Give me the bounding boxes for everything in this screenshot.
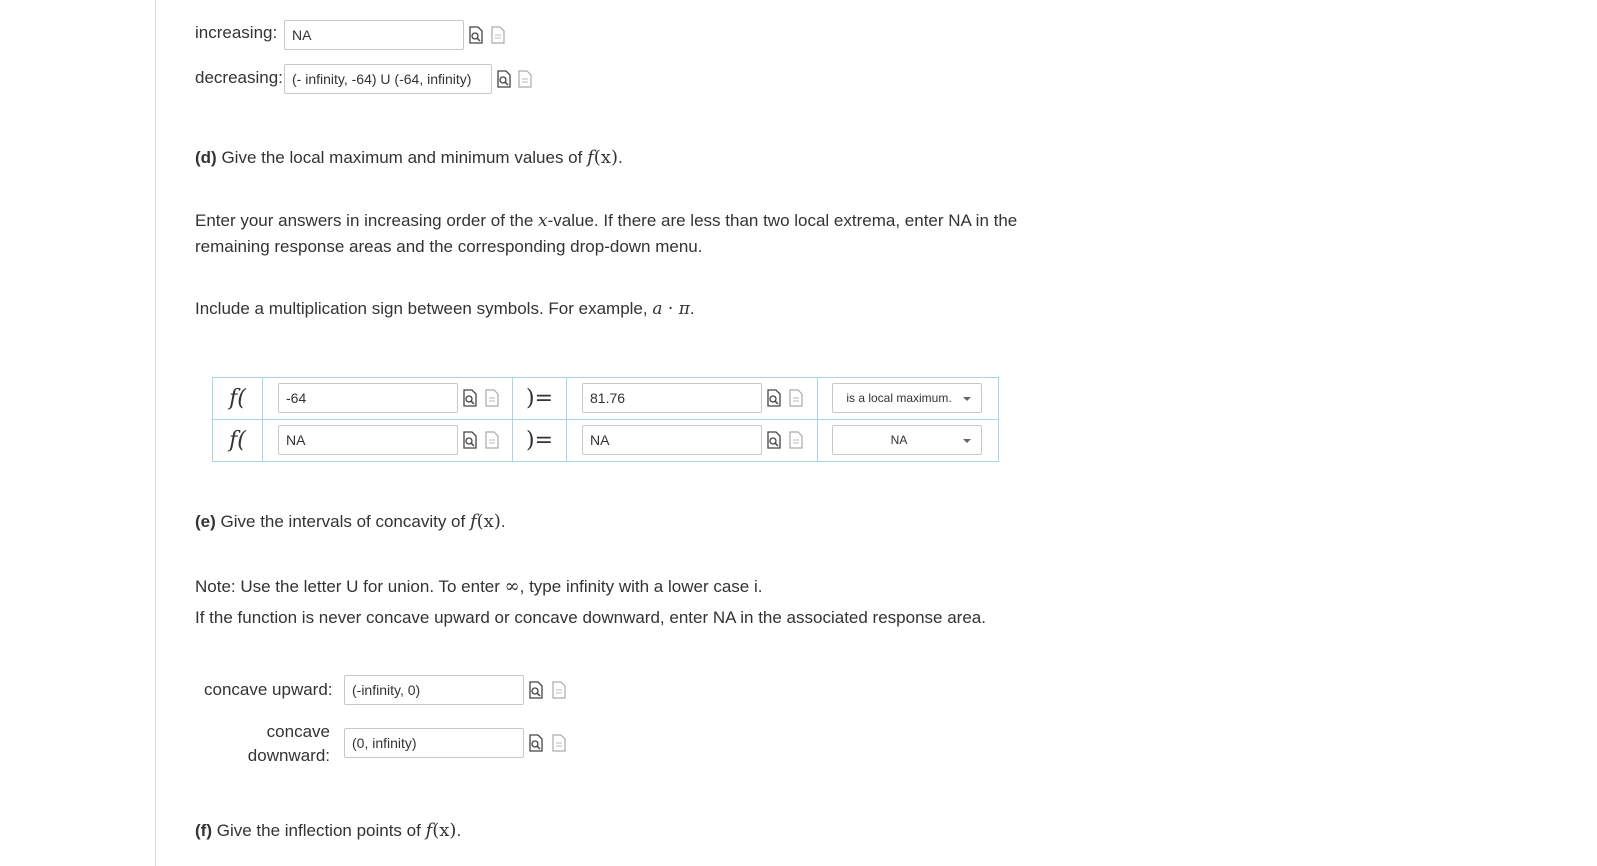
f-label: f(	[212, 377, 263, 420]
y-cell: NA	[566, 419, 818, 462]
concave-downward-label: concave downward:	[230, 720, 330, 768]
instructions-text: -value. If there are less than two local…	[547, 211, 1018, 230]
question-text: Give the local maximum and minimum value…	[221, 148, 583, 167]
question-text: Give the intervals of concavity of	[220, 512, 466, 531]
part-e-question: (e) Give the intervals of concavity of f…	[195, 511, 506, 532]
extremum-type-select[interactable]: NA	[832, 425, 982, 455]
part-d-instructions: Enter your answers in increasing order o…	[195, 208, 1055, 259]
label-line: concave	[266, 722, 330, 741]
select-value: is a local maximum.	[846, 391, 952, 405]
equation-editor-icon[interactable]	[529, 734, 543, 752]
instructions-text: Enter your answers in increasing order o…	[195, 211, 534, 230]
label-line: downward:	[247, 746, 330, 765]
function-arg: (x)	[476, 511, 501, 532]
f-label: f(	[212, 419, 263, 462]
instructions-text: Include a multiplication sign between sy…	[195, 299, 648, 318]
question-text: Give the inflection points of	[216, 821, 421, 840]
equation-editor-icon[interactable]	[497, 70, 511, 88]
function-arg: (x)	[593, 147, 618, 168]
equation-editor-icon[interactable]	[767, 431, 781, 449]
x-cell: NA	[262, 419, 513, 462]
equation-editor-icon[interactable]	[767, 389, 781, 407]
extrema-row: f( NA )= NA NA	[212, 419, 999, 462]
x-symbol: x	[538, 211, 548, 231]
equation-editor-icon[interactable]	[469, 26, 483, 44]
document-icon[interactable]	[491, 26, 505, 44]
document-icon[interactable]	[552, 681, 566, 699]
document-icon[interactable]	[789, 389, 803, 407]
type-cell: NA	[817, 419, 999, 462]
decreasing-label: decreasing:	[195, 68, 283, 87]
concave-downward-input[interactable]: (0, infinity)	[344, 728, 524, 758]
equals-label: )=	[512, 377, 567, 420]
part-e-note-2: If the function is never concave upward …	[195, 608, 986, 627]
instructions-text: remaining response areas and the corresp…	[195, 237, 703, 256]
part-f-question: (f) Give the inflection points of f(x).	[195, 820, 461, 841]
y-value-input[interactable]: NA	[582, 425, 762, 455]
select-value: NA	[890, 433, 908, 447]
example-expression: a · π	[652, 299, 690, 319]
chevron-down-icon	[963, 397, 971, 401]
document-icon[interactable]	[518, 70, 532, 88]
function-symbol: f	[469, 511, 477, 532]
note-text: , type infinity with a lower case i.	[519, 577, 763, 596]
part-d-question: (d) Give the local maximum and minimum v…	[195, 147, 623, 168]
multiplication-instructions: Include a multiplication sign between sy…	[195, 296, 695, 322]
document-icon[interactable]	[789, 431, 803, 449]
period: .	[500, 512, 506, 531]
increasing-label: increasing:	[195, 23, 278, 42]
function-arg: (x)	[432, 820, 457, 841]
equation-editor-icon[interactable]	[463, 431, 477, 449]
part-tag: (d)	[195, 148, 217, 167]
period: .	[456, 821, 462, 840]
x-value-input[interactable]: -64	[278, 383, 458, 413]
infinity-symbol: ∞	[504, 576, 520, 597]
function-symbol: f	[587, 147, 594, 168]
concave-upward-input[interactable]: (-infinity, 0)	[344, 675, 524, 705]
x-cell: -64	[262, 377, 513, 420]
document-icon[interactable]	[552, 734, 566, 752]
x-value-input[interactable]: NA	[278, 425, 458, 455]
equation-editor-icon[interactable]	[463, 389, 477, 407]
extrema-table: f( -64 )= 81.76 is a local maximum. f(N…	[212, 377, 999, 462]
extrema-row: f( -64 )= 81.76 is a local maximum.	[212, 377, 999, 420]
note-text: Note: Use the letter U for union. To ent…	[195, 577, 500, 596]
y-value-input[interactable]: 81.76	[582, 383, 762, 413]
part-tag: (e)	[195, 512, 216, 531]
period: .	[617, 148, 623, 167]
equals-label: )=	[512, 419, 567, 462]
extremum-type-select[interactable]: is a local maximum.	[832, 383, 982, 413]
concave-upward-label: concave upward:	[204, 680, 333, 699]
equation-editor-icon[interactable]	[529, 681, 543, 699]
document-icon[interactable]	[485, 389, 499, 407]
type-cell: is a local maximum.	[817, 377, 999, 420]
y-cell: 81.76	[566, 377, 818, 420]
period: .	[689, 299, 695, 318]
part-tag: (f)	[195, 821, 212, 840]
document-icon[interactable]	[485, 431, 499, 449]
left-border	[155, 0, 156, 866]
increasing-input[interactable]: NA	[284, 20, 464, 50]
part-e-note: Note: Use the letter U for union. To ent…	[195, 574, 762, 599]
decreasing-input[interactable]: (- infinity, -64) U (-64, infinity)	[284, 64, 492, 94]
chevron-down-icon	[963, 439, 971, 443]
